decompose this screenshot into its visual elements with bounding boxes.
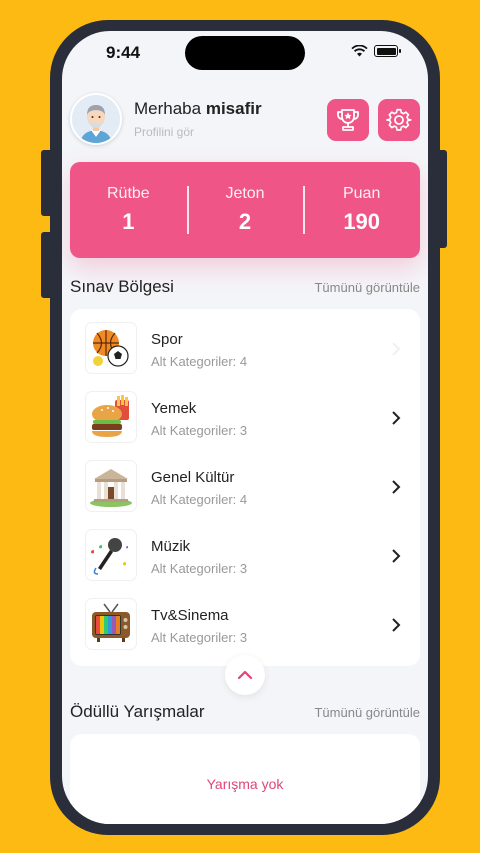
chevron-right-icon [384, 475, 408, 499]
stats-banner: Rütbe 1 Jeton 2 Puan 190 [70, 162, 420, 258]
tv-icon [86, 599, 136, 649]
category-name: Tv&Sinema [151, 607, 229, 624]
contest-section-header: Ödüllü Yarışmalar Tümünü görüntüle [70, 702, 420, 722]
settings-button[interactable] [378, 99, 420, 141]
greeting-text: Merhaba misafir [134, 99, 262, 119]
food-icon [86, 392, 136, 442]
gear-icon [386, 108, 412, 131]
chevron-right-icon [384, 337, 408, 361]
category-item-genel-kultur[interactable]: Genel Kültür Alt Kategoriler: 4 [70, 455, 420, 524]
category-item-muzik[interactable]: Müzik Alt Kategoriler: 3 [70, 524, 420, 593]
status-icons [351, 45, 401, 57]
category-name: Yemek [151, 400, 197, 417]
stat-tokens: Jeton 2 [186, 162, 304, 258]
profile-header: Merhaba misafir Profilini gör [70, 91, 420, 147]
view-all-contests-link[interactable]: Tümünü görüntüle [314, 705, 420, 720]
category-name: Genel Kültür [151, 469, 235, 486]
chevron-right-icon [384, 613, 408, 637]
stat-value: 1 [122, 209, 135, 234]
category-list: Spor Alt Kategoriler: 4 Yemek Alt Katego… [70, 309, 420, 666]
empty-contests-message: Yarışma yok [206, 776, 284, 792]
category-name: Spor [151, 331, 183, 348]
exam-section-header: Sınav Bölgesi Tümünü görüntüle [70, 277, 420, 297]
stat-value: 190 [343, 209, 381, 234]
leaderboard-button[interactable] [327, 99, 369, 141]
stat-label: Puan [342, 185, 381, 202]
category-subcount: Alt Kategoriler: 3 [151, 630, 248, 645]
category-item-spor[interactable]: Spor Alt Kategoriler: 4 [70, 317, 420, 386]
collapse-list-button[interactable] [225, 655, 265, 695]
section-title: Ödüllü Yarışmalar [70, 702, 205, 721]
stat-value: 2 [238, 209, 252, 234]
stat-label: Jeton [225, 185, 265, 202]
sports-balls-icon [86, 323, 136, 373]
chevron-up-icon [237, 670, 253, 680]
greeting-prefix: Merhaba [134, 99, 202, 118]
section-title: Sınav Bölgesi [70, 277, 174, 296]
chevron-right-icon [384, 544, 408, 568]
username: misafir [205, 99, 262, 118]
category-subcount: Alt Kategoriler: 4 [151, 492, 248, 507]
category-item-tv-sinema[interactable]: Tv&Sinema Alt Kategoriler: 3 [70, 593, 420, 662]
stat-rank: Rütbe 1 [70, 162, 187, 258]
stat-label: Rütbe [106, 185, 150, 202]
category-subcount: Alt Kategoriler: 4 [151, 354, 248, 369]
status-bar: 9:44 [62, 31, 428, 77]
museum-icon [86, 461, 136, 511]
contest-list: Yarışma yok [70, 734, 420, 824]
status-time: 9:44 [106, 43, 141, 62]
view-all-exams-link[interactable]: Tümünü görüntüle [314, 280, 420, 295]
user-avatar-icon [72, 95, 120, 143]
chevron-right-icon [384, 406, 408, 430]
avatar[interactable] [70, 93, 122, 145]
view-profile-link[interactable]: Profilini gör [134, 125, 194, 139]
dynamic-island [185, 36, 305, 70]
battery-icon [374, 45, 401, 57]
trophy-icon [337, 109, 359, 131]
stat-points: Puan 190 [303, 162, 420, 258]
app-screen: 9:44 Merhaba misafir Profilini gör Rütbe… [62, 31, 428, 824]
microphone-icon [86, 530, 136, 580]
wifi-icon [351, 45, 368, 57]
category-subcount: Alt Kategoriler: 3 [151, 423, 248, 438]
category-name: Müzik [151, 538, 191, 555]
category-item-yemek[interactable]: Yemek Alt Kategoriler: 3 [70, 386, 420, 455]
category-subcount: Alt Kategoriler: 3 [151, 561, 248, 576]
